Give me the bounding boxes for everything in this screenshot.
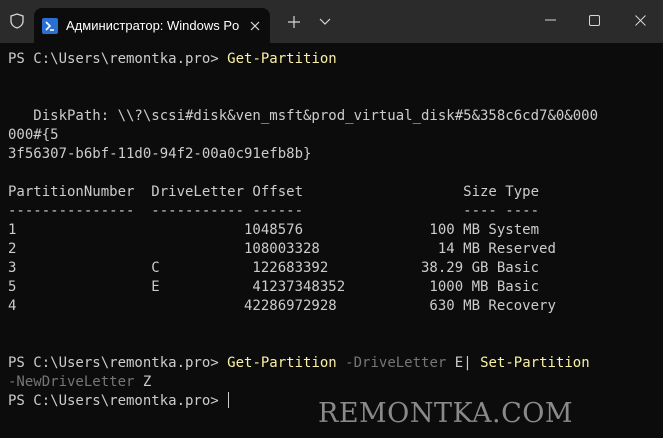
table-header: PartitionNumber DriveLetter Offset Size … xyxy=(8,184,540,200)
command: Get-Partition xyxy=(227,51,337,67)
prompt: PS C:\Users\remontka.pro> xyxy=(8,393,219,409)
table-row: 3 C 122683392 38.29 GB Basic xyxy=(8,260,540,276)
close-icon[interactable] xyxy=(246,17,264,35)
prompt-line: PS C:\Users\remontka.pro> Get-Partition … xyxy=(8,354,658,373)
parameter: -DriveLetter xyxy=(345,355,447,371)
table-row: 2 108003328 14 MB Reserved xyxy=(8,241,556,257)
tab-title: Администратор: Windows Po xyxy=(66,18,240,33)
plus-icon[interactable] xyxy=(284,12,304,32)
prompt: PS C:\Users\remontka.pro> xyxy=(8,51,219,67)
table-separator: --------------- ----------- ------ ---- … xyxy=(8,203,540,219)
diskpath-line: 3f56307-b6bf-11d0-94f2-00a0c91efb8b} xyxy=(8,146,312,162)
maximize-icon[interactable] xyxy=(571,0,617,40)
watermark: REMONTKA.COM xyxy=(318,398,574,429)
tab-powershell[interactable]: Администратор: Windows Po xyxy=(34,8,270,43)
argument: Z xyxy=(142,374,152,390)
powershell-icon xyxy=(42,18,58,34)
argument: E| xyxy=(454,355,472,371)
parameter: -NewDriveLetter xyxy=(8,374,135,390)
command: Get-Partition xyxy=(227,355,337,371)
close-icon[interactable] xyxy=(617,0,663,40)
table-row: 4 42286972928 630 MB Recovery xyxy=(8,298,556,314)
command: Set-Partition xyxy=(480,355,590,371)
prompt-line: PS C:\Users\remontka.pro> Get-Partition xyxy=(8,50,658,69)
diskpath-line: DiskPath: \\?\scsi#disk&ven_msft&prod_vi… xyxy=(8,108,599,124)
terminal-output[interactable]: PS C:\Users\remontka.pro> Get-Partition … xyxy=(8,50,658,430)
diskpath-line: 000#{5 xyxy=(8,127,59,143)
minimize-icon[interactable] xyxy=(527,0,573,40)
table-row: 5 E 41237348352 1000 MB Basic xyxy=(8,279,540,295)
continuation-line: -NewDriveLetter Z xyxy=(8,373,658,392)
text-cursor xyxy=(228,392,230,408)
chevron-down-icon[interactable] xyxy=(315,12,335,32)
shield-icon[interactable] xyxy=(4,8,30,34)
table-row: 1 1048576 100 MB System xyxy=(8,222,540,238)
prompt: PS C:\Users\remontka.pro> xyxy=(8,355,219,371)
title-bar: Администратор: Windows Po xyxy=(0,0,663,43)
